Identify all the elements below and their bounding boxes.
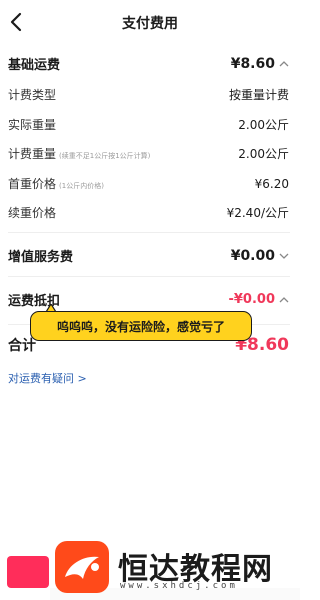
base-fee-header[interactable]: 基础运费 ¥8.60 — [8, 54, 289, 73]
value-added-title: 增值服务费 — [8, 250, 74, 265]
chevron-up-icon[interactable] — [279, 60, 289, 68]
fee-row-note: (续重不足1公斤按1公斤计算) — [59, 152, 151, 160]
value-added-amount: ¥0.00 — [230, 247, 275, 264]
fee-row-first-weight-price: 首重价格 (1公斤内价格) ¥6.20 — [8, 175, 289, 192]
fee-row-value: 2.00公斤 — [238, 147, 289, 161]
fee-row-value: ¥6.20 — [254, 176, 289, 191]
watermark-url: www.sxhdcj.com — [120, 581, 238, 591]
fee-row-label: 实际重量 — [8, 118, 57, 132]
chevron-up-icon[interactable] — [279, 296, 289, 304]
fee-row-label: 首重价格 — [8, 177, 57, 191]
chevron-down-icon[interactable] — [279, 252, 289, 260]
divider — [8, 232, 290, 233]
fee-row-note: (1公斤内价格) — [59, 182, 104, 190]
divider — [8, 276, 290, 277]
tooltip-bubble: 呜呜呜，没有运险险，感觉亏了 — [30, 311, 252, 341]
page-title: 支付费用 — [122, 16, 178, 32]
fee-row-label: 计费重量 — [8, 147, 57, 161]
watermark-logo-icon — [55, 541, 109, 593]
fee-row-actual-weight: 实际重量 2.00公斤 — [8, 116, 289, 133]
fee-row-label: 续重价格 — [8, 206, 57, 220]
fee-row-billing-weight: 计费重量 (续重不足1公斤按1公斤计算) 2.00公斤 — [8, 145, 289, 162]
fee-row-value: ¥2.40/公斤 — [226, 206, 289, 220]
header: 支付费用 — [0, 0, 300, 44]
value-added-header[interactable]: 增值服务费 ¥0.00 — [8, 246, 289, 265]
fee-row-value: 按重量计费 — [228, 88, 289, 102]
fee-row-label: 计费类型 — [8, 88, 57, 102]
fee-row-value: 2.00公斤 — [238, 118, 289, 132]
fee-row-extra-weight-price: 续重价格 ¥2.40/公斤 — [8, 204, 289, 221]
base-fee-amount: ¥8.60 — [230, 55, 275, 72]
fee-question-link[interactable]: 对运费有疑问 > — [8, 370, 87, 386]
deduction-amount: -¥0.00 — [228, 292, 275, 307]
base-fee-title: 基础运费 — [8, 58, 61, 73]
tooltip-text: 呜呜呜，没有运险险，感觉亏了 — [56, 319, 225, 334]
fee-row-billing-type: 计费类型 按重量计费 — [8, 86, 289, 103]
pay-button[interactable] — [7, 556, 49, 588]
